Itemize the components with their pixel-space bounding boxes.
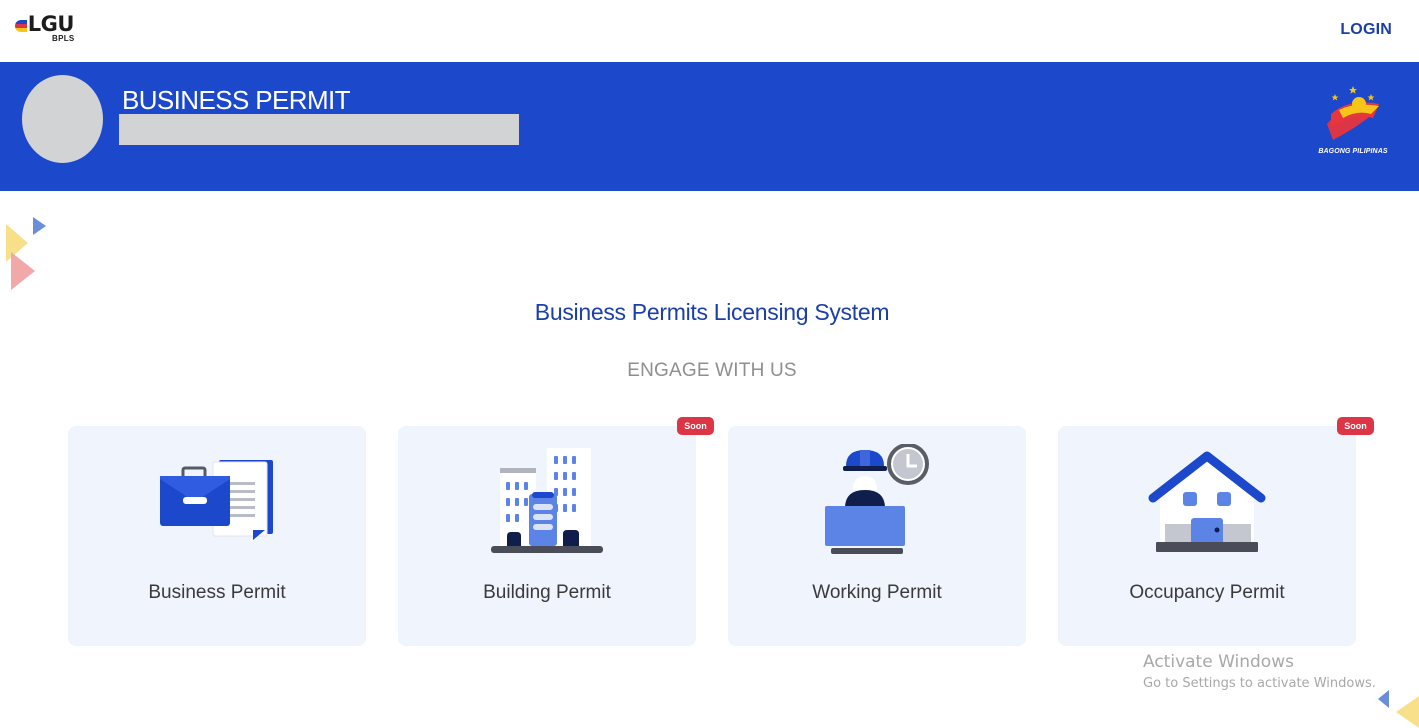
header-banner: BUSINESS PERMIT BAGONG PILIPINAS <box>0 62 1419 191</box>
worker-clock-icon <box>825 444 929 554</box>
activate-windows-watermark: Activate Windows Go to Settings to activ… <box>1143 651 1376 695</box>
elgu-logo[interactable]: eLGU BPLS <box>14 12 78 44</box>
card-label: Business Permit <box>148 582 286 603</box>
soon-badge: Soon <box>1337 417 1374 435</box>
card-label: Building Permit <box>483 582 611 603</box>
logo-text: eLGU <box>27 12 75 36</box>
card-label: Occupancy Permit <box>1129 582 1285 603</box>
page-subtitle: ENGAGE WITH US <box>627 360 797 381</box>
redacted-text-bar <box>119 114 519 145</box>
decorative-triangles-right <box>1378 690 1419 728</box>
watermark-subtitle: Go to Settings to activate Windows. <box>1143 676 1376 691</box>
card-occupancy-permit[interactable]: Soon Occupancy Permit <box>1058 417 1374 646</box>
avatar <box>22 75 103 163</box>
decorative-triangles-left <box>6 217 46 290</box>
briefcase-document-icon <box>160 460 273 540</box>
bagong-pilipinas-emblem-icon <box>1325 86 1381 148</box>
card-working-permit[interactable]: Working Permit <box>728 426 1026 646</box>
card-building-permit[interactable]: Soon Building Permit <box>398 417 714 646</box>
emblem-caption: BAGONG PILIPINAS <box>1318 148 1388 155</box>
bagong-pilipinas-logo: BAGONG PILIPINAS <box>1313 84 1393 159</box>
logo-subtext: BPLS <box>52 34 75 43</box>
card-business-permit[interactable]: Business Permit <box>68 426 366 646</box>
soon-badge: Soon <box>677 417 714 435</box>
house-icon <box>1148 451 1266 552</box>
watermark-title: Activate Windows <box>1143 652 1294 672</box>
top-navbar: eLGU BPLS LOGIN <box>0 0 1419 62</box>
page-title: Business Permits Licensing System <box>534 299 890 325</box>
login-link[interactable]: LOGIN <box>1340 21 1392 39</box>
card-label: Working Permit <box>812 582 942 603</box>
banner-title: BUSINESS PERMIT <box>122 85 351 115</box>
buildings-icon <box>491 448 603 553</box>
